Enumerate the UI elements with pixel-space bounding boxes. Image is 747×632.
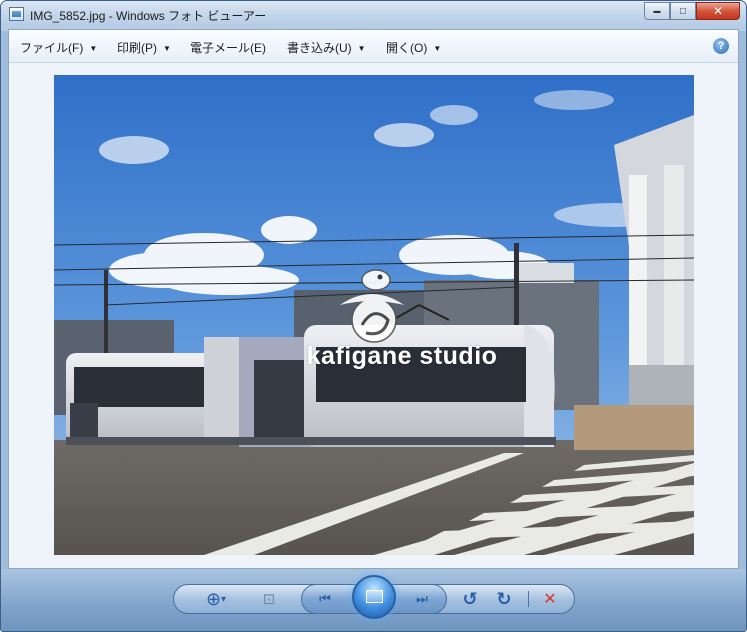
rotate-right-button[interactable]: ↻ — [491, 587, 517, 611]
previous-button[interactable]: ⏮ — [312, 587, 338, 611]
slideshow-icon — [366, 590, 383, 603]
help-icon[interactable]: ? — [713, 38, 729, 54]
zoom-icon: ⊕ — [205, 588, 222, 609]
menu-print-label: 印刷(P) — [117, 41, 157, 55]
next-button[interactable]: ⏭ — [409, 587, 435, 611]
menu-bar: ファイル(F) ▼ 印刷(P) ▼ 電子メール(E) 書き込み(U) ▼ 開く(O) ▼… — [9, 30, 738, 63]
menu-file[interactable]: ファイル(F) ▼ — [20, 39, 97, 56]
zoom-dropdown-icon: ▾ — [221, 593, 227, 605]
previous-icon: ⏮ — [319, 591, 331, 606]
maximize-icon: □ — [679, 5, 687, 17]
delete-icon: ✕ — [543, 591, 557, 608]
maximize-button[interactable]: □ — [670, 2, 696, 20]
window-title: IMG_5852.jpg - Windows フォト ビューアー — [30, 9, 267, 23]
slideshow-button[interactable] — [352, 575, 396, 619]
menu-file-label: ファイル(F) — [20, 41, 84, 55]
rotate-left-icon: ↺ — [462, 588, 478, 609]
menu-open-label: 開く(O) — [386, 41, 428, 55]
menu-email[interactable]: 電子メール(E) — [190, 39, 266, 56]
dropdown-arrow-icon: ▼ — [433, 44, 442, 53]
menu-open[interactable]: 開く(O) ▼ — [386, 39, 441, 56]
close-button[interactable]: ✕ — [696, 2, 740, 20]
rotate-right-icon: ↻ — [496, 588, 512, 609]
menu-print[interactable]: 印刷(P) ▼ — [117, 39, 171, 56]
caption-buttons: ▬ □ ✕ — [644, 2, 740, 20]
next-icon: ⏭ — [416, 591, 428, 606]
rotate-left-button[interactable]: ↺ — [457, 587, 483, 611]
playback-toolbar: ⊕ ▾ ⊡ ⏮ ⏭ ↺ ↻ ✕ — [1, 569, 746, 631]
zoom-button[interactable]: ⊕ ▾ — [199, 587, 233, 611]
title-bar[interactable]: IMG_5852.jpg - Windows フォト ビューアー ▬ □ ✕ — [1, 1, 746, 29]
tram-photo — [54, 75, 694, 555]
photo-display: kafigane studio — [54, 75, 694, 555]
menu-burn-label: 書き込み(U) — [287, 41, 352, 55]
dropdown-arrow-icon: ▼ — [163, 44, 171, 53]
close-icon: ✕ — [712, 4, 724, 18]
menu-email-label: 電子メール(E) — [190, 41, 266, 55]
photo-viewer-window: IMG_5852.jpg - Windows フォト ビューアー ▬ □ ✕ フ… — [0, 0, 747, 632]
watermark-text: kafigane studio — [306, 342, 498, 370]
menu-burn[interactable]: 書き込み(U) ▼ — [287, 39, 366, 56]
minimize-icon: ▬ — [653, 7, 661, 15]
actual-size-button[interactable]: ⊡ — [256, 587, 282, 611]
dropdown-arrow-icon: ▼ — [357, 44, 366, 53]
minimize-button[interactable]: ▬ — [644, 2, 670, 20]
delete-button[interactable]: ✕ — [537, 587, 563, 611]
dropdown-arrow-icon: ▼ — [89, 44, 98, 53]
client-area: ファイル(F) ▼ 印刷(P) ▼ 電子メール(E) 書き込み(U) ▼ 開く(O) ▼… — [8, 29, 739, 569]
toolbar-separator — [528, 591, 529, 607]
photo-viewer-app-icon[interactable] — [9, 7, 24, 21]
actual-size-icon: ⊡ — [262, 591, 276, 608]
